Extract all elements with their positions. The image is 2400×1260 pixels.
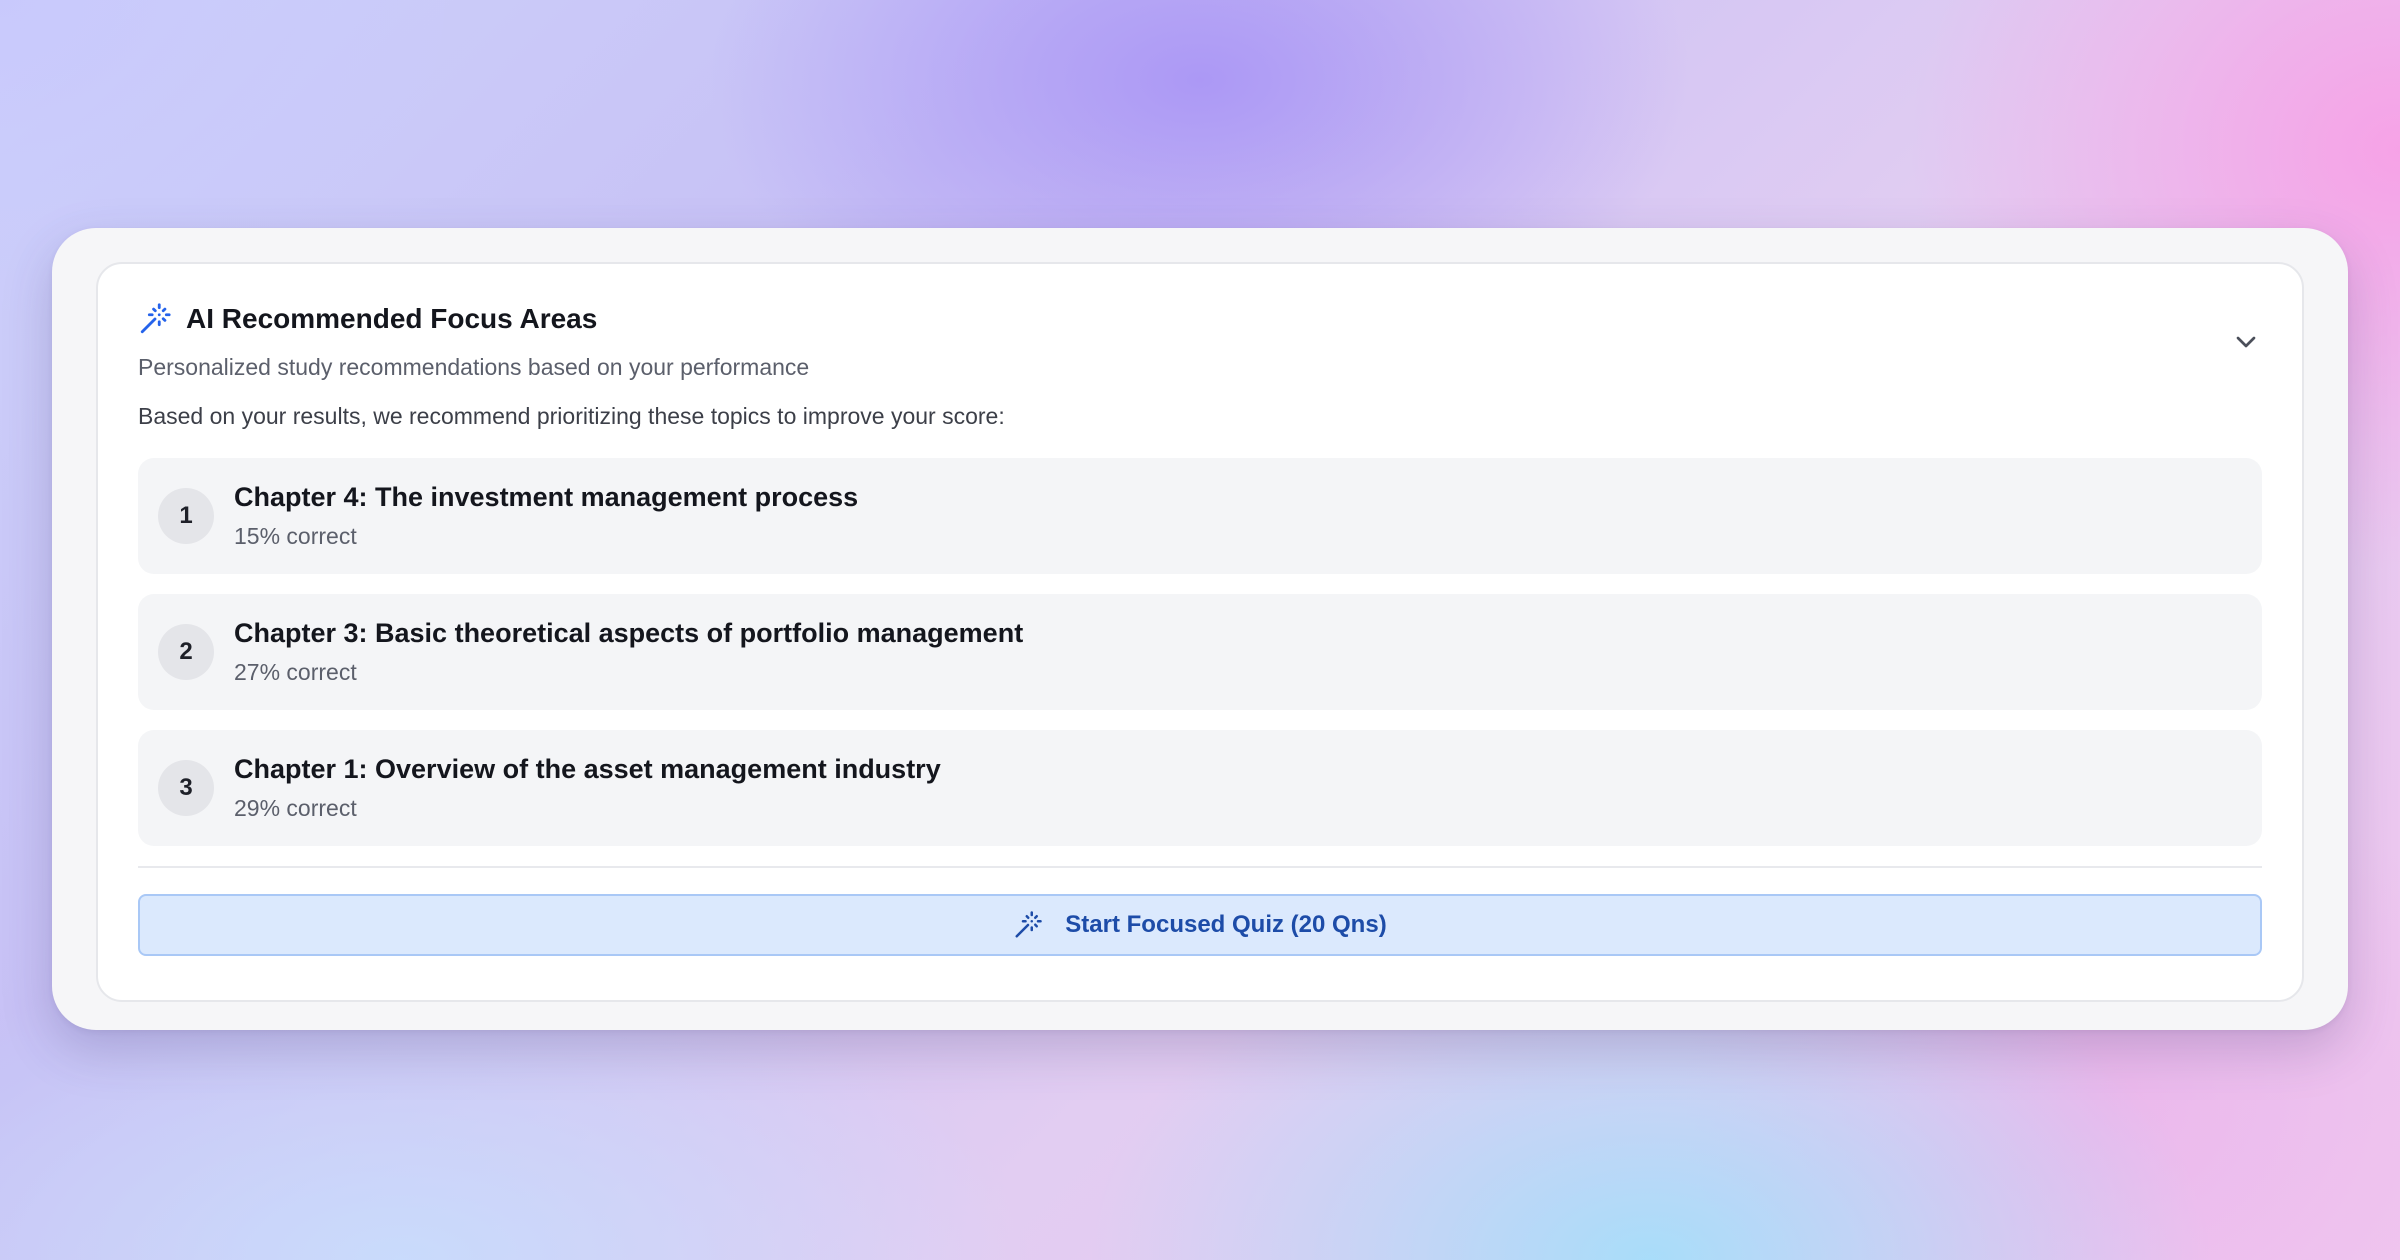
divider: [138, 866, 2262, 868]
chevron-down-icon[interactable]: [2230, 326, 2262, 358]
rank-badge: 1: [158, 488, 214, 544]
recommendation-item[interactable]: 2 Chapter 3: Basic theoretical aspects o…: [138, 594, 2262, 710]
recommendation-text: Chapter 1: Overview of the asset managem…: [234, 754, 941, 822]
chapter-title: Chapter 3: Basic theoretical aspects of …: [234, 618, 1024, 648]
chapter-score: 27% correct: [234, 659, 357, 685]
recommendation-intro: Based on your results, we recommend prio…: [138, 403, 1005, 429]
card-description: Personalized study recommendations based…: [138, 354, 810, 380]
rank-badge: 2: [158, 624, 214, 680]
recommendation-item[interactable]: 3 Chapter 1: Overview of the asset manag…: [138, 730, 2262, 846]
chapter-title: Chapter 1: Overview of the asset managem…: [234, 754, 941, 784]
start-focused-quiz-button[interactable]: Start Focused Quiz (20 Qns): [138, 894, 2262, 956]
card-header: AI Recommended Focus Areas: [138, 302, 2262, 336]
chapter-score: 15% correct: [234, 523, 357, 549]
recommendation-list: 1 Chapter 4: The investment management p…: [138, 458, 2262, 846]
recommendation-item[interactable]: 1 Chapter 4: The investment management p…: [138, 458, 2262, 574]
recommendation-text: Chapter 4: The investment management pro…: [234, 482, 858, 550]
magic-wand-icon: [1013, 910, 1043, 940]
chapter-score: 29% correct: [234, 795, 357, 821]
card-title: AI Recommended Focus Areas: [186, 303, 598, 334]
recommendation-text: Chapter 3: Basic theoretical aspects of …: [234, 618, 1023, 686]
magic-wand-icon: [138, 302, 172, 336]
start-focused-quiz-label: Start Focused Quiz (20 Qns): [1065, 911, 1387, 938]
window-frame: AI Recommended Focus Areas Personalized …: [52, 228, 2348, 1030]
chapter-title: Chapter 4: The investment management pro…: [234, 482, 859, 512]
rank-badge: 3: [158, 760, 214, 816]
focus-areas-card: AI Recommended Focus Areas Personalized …: [96, 262, 2304, 1002]
